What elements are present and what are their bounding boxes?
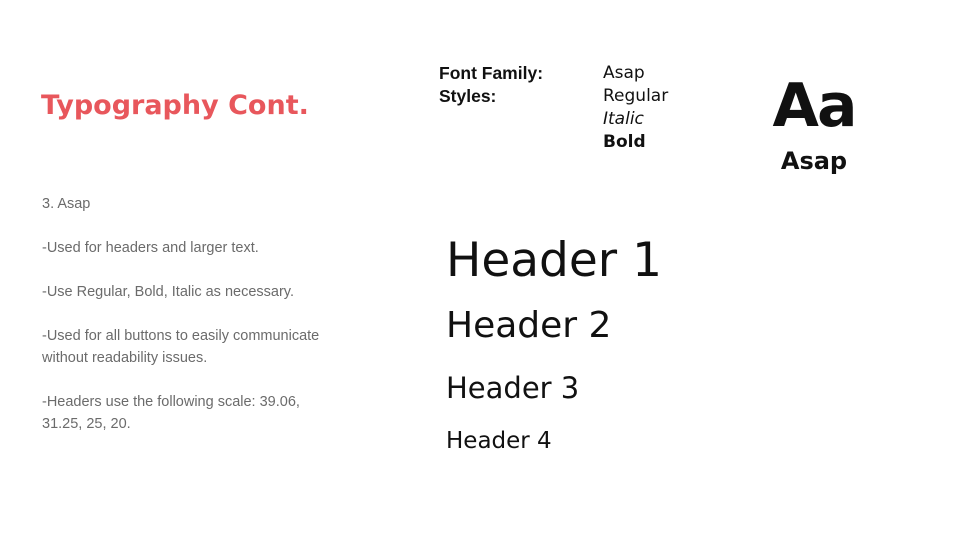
styles-label: Styles: bbox=[439, 86, 497, 106]
note-styles: -Use Regular, Bold, Italic as necessary. bbox=[42, 284, 294, 300]
font-specimen: Aa Asap bbox=[768, 70, 860, 176]
header-3-sample: Header 3 bbox=[446, 371, 580, 405]
header-1-sample: Header 1 bbox=[446, 233, 662, 288]
font-family-row: Font Family: Asap bbox=[439, 62, 668, 85]
font-family-value: Asap bbox=[603, 63, 645, 83]
font-specs: Font Family: Asap Styles: Regular Italic… bbox=[439, 62, 668, 154]
specimen-glyph: Aa bbox=[772, 71, 858, 141]
styles-list: Regular Italic Bold bbox=[603, 85, 668, 154]
note-scale: -Headers use the following scale: 39.06,… bbox=[42, 394, 300, 432]
slide-title: Typography Cont. bbox=[41, 90, 309, 121]
header-4-sample: Header 4 bbox=[446, 428, 552, 454]
slide: Typography Cont. 3. Asap -Used for heade… bbox=[0, 0, 960, 540]
header-2-sample: Header 2 bbox=[446, 305, 612, 346]
style-italic: Italic bbox=[603, 109, 644, 129]
notes-block: 3. Asap -Used for headers and larger tex… bbox=[42, 193, 322, 435]
note-buttons: -Used for all buttons to easily communic… bbox=[42, 328, 320, 366]
styles-row: Styles: Regular Italic Bold bbox=[439, 85, 668, 154]
specimen-name: Asap bbox=[780, 147, 848, 175]
note-font-name: 3. Asap bbox=[42, 196, 91, 212]
style-bold: Bold bbox=[603, 132, 646, 152]
header-scale: Header 1 Header 2 Header 3 Header 4 bbox=[446, 228, 662, 460]
style-regular: Regular bbox=[603, 86, 669, 106]
font-family-label: Font Family: bbox=[439, 63, 544, 83]
note-usage: -Used for headers and larger text. bbox=[42, 240, 259, 256]
